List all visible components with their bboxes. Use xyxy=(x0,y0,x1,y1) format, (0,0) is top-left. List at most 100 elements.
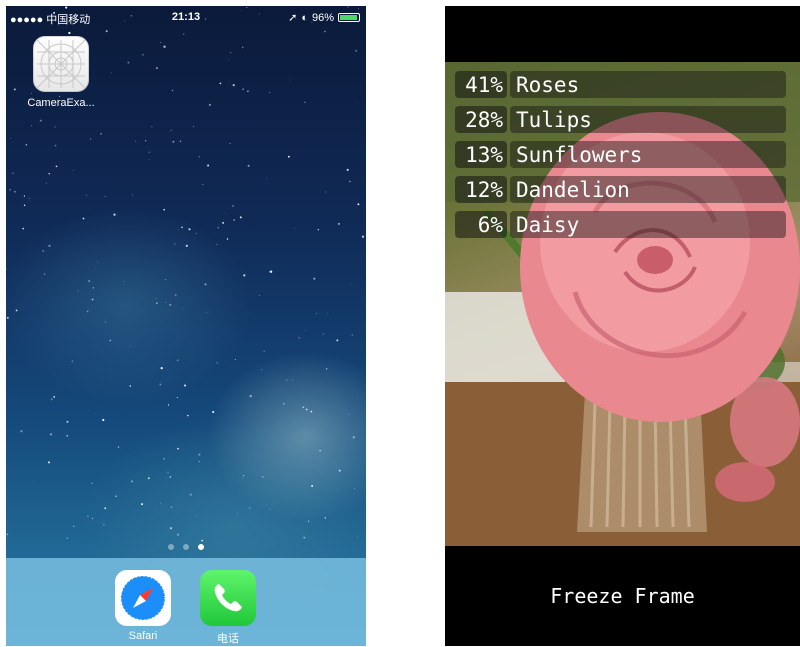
star xyxy=(207,164,210,167)
star xyxy=(319,450,321,452)
prediction-label: Sunflowers xyxy=(510,141,786,168)
star xyxy=(310,410,313,413)
star xyxy=(288,155,290,158)
star xyxy=(269,508,271,510)
star xyxy=(54,126,56,128)
star xyxy=(176,533,180,536)
star xyxy=(163,458,165,460)
star xyxy=(212,410,215,414)
page-dot xyxy=(183,544,189,550)
star xyxy=(269,270,273,273)
star xyxy=(324,517,326,519)
star xyxy=(356,101,358,103)
star xyxy=(82,217,85,220)
star xyxy=(49,433,53,436)
star xyxy=(92,517,94,519)
star xyxy=(232,83,235,87)
home-screen: ●●●●● 中国移动 21:13 ➚ ◐ 96% CameraExa... Sa… xyxy=(6,6,366,646)
star xyxy=(195,514,197,516)
star xyxy=(94,413,96,414)
star xyxy=(183,33,185,35)
star xyxy=(305,408,308,411)
star xyxy=(100,132,103,135)
prediction-percent: 6% xyxy=(455,211,507,238)
star xyxy=(147,477,150,480)
star xyxy=(261,369,263,371)
star xyxy=(174,294,177,297)
star xyxy=(326,368,328,370)
star xyxy=(123,281,125,282)
star xyxy=(53,396,56,398)
star xyxy=(148,159,150,160)
camera-example-app-icon[interactable] xyxy=(33,36,89,92)
star xyxy=(142,54,144,56)
star xyxy=(68,31,71,35)
star xyxy=(20,430,23,433)
star xyxy=(304,330,306,331)
star xyxy=(105,321,106,323)
star xyxy=(324,30,326,33)
star xyxy=(186,414,189,417)
phone-handset-icon xyxy=(200,570,256,626)
star xyxy=(92,286,95,289)
star xyxy=(13,88,16,91)
star xyxy=(241,46,244,49)
star xyxy=(355,49,358,52)
star xyxy=(170,506,173,509)
star xyxy=(91,482,93,485)
star xyxy=(159,383,162,386)
star xyxy=(229,51,232,54)
prediction-row: 13% Sunflowers xyxy=(455,141,786,168)
star xyxy=(234,359,236,361)
prediction-row: 12% Dandelion xyxy=(455,176,786,203)
star xyxy=(216,362,218,364)
star xyxy=(71,360,73,362)
star xyxy=(357,203,360,206)
star xyxy=(103,524,105,526)
dock-app-safari[interactable]: Safari xyxy=(114,570,172,642)
star xyxy=(135,140,137,142)
star xyxy=(174,243,176,245)
star xyxy=(294,228,296,229)
app-grid-icon xyxy=(36,39,86,89)
prediction-percent: 12% xyxy=(455,176,507,203)
star xyxy=(163,45,166,48)
star xyxy=(66,420,69,423)
star xyxy=(198,156,200,158)
star xyxy=(202,183,204,185)
rose-photo-image xyxy=(445,62,800,546)
freeze-frame-button[interactable]: Freeze Frame xyxy=(445,546,800,646)
prediction-percent: 28% xyxy=(455,106,507,133)
star xyxy=(15,309,18,312)
dock-app-phone[interactable]: 电话 xyxy=(199,570,257,646)
star xyxy=(185,244,188,247)
star xyxy=(349,180,351,183)
star xyxy=(298,336,300,339)
star xyxy=(43,273,46,275)
star xyxy=(229,142,231,145)
star xyxy=(179,140,182,142)
star xyxy=(156,67,158,69)
star xyxy=(243,475,245,477)
app-label-camera-example: CameraExa... xyxy=(27,97,95,109)
star xyxy=(249,394,252,398)
star xyxy=(12,172,14,175)
star xyxy=(182,308,183,310)
star xyxy=(286,379,288,381)
star xyxy=(104,195,106,197)
star xyxy=(89,138,92,140)
star xyxy=(338,469,341,472)
prediction-row: 41% Roses xyxy=(455,71,786,98)
star xyxy=(317,229,319,231)
star xyxy=(292,379,293,381)
star xyxy=(346,168,349,171)
star xyxy=(86,310,89,313)
star xyxy=(357,536,359,538)
prediction-percent: 41% xyxy=(455,71,507,98)
page-indicator[interactable] xyxy=(6,544,366,550)
star xyxy=(101,522,103,523)
star xyxy=(96,261,98,263)
star xyxy=(247,164,250,167)
star xyxy=(201,539,204,542)
star xyxy=(145,140,147,142)
